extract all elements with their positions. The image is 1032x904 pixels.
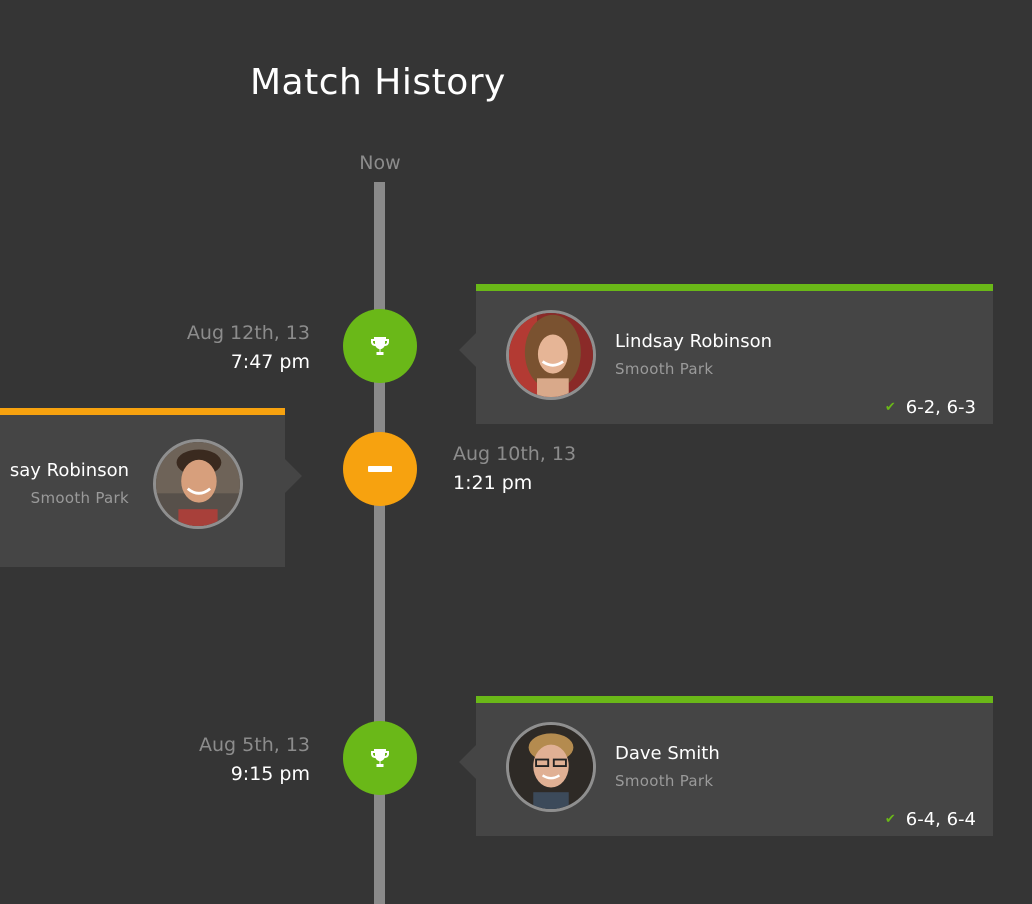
match-result-node-win[interactable] <box>343 721 417 795</box>
match-card[interactable]: Dave Smith Smooth Park ✔ 6-4, 6-4 <box>459 696 993 836</box>
page-title: Match History <box>250 62 506 103</box>
score-row: ✔ 6-2, 6-3 <box>885 397 976 418</box>
match-datetime: Aug 10th, 13 1:21 pm <box>453 442 653 496</box>
opponent-name: say Robinson <box>9 460 129 481</box>
score-row: ✔ 6-4, 6-4 <box>885 809 976 830</box>
card-pointer <box>459 333 476 367</box>
avatar <box>506 722 596 812</box>
minus-icon <box>368 466 392 472</box>
trophy-icon <box>371 337 389 355</box>
venue-name: Smooth Park <box>30 489 129 507</box>
card-pointer <box>459 745 476 779</box>
match-result-node-draw[interactable] <box>343 432 417 506</box>
match-history-screen: Match History Now Aug 12th, 13 7:47 pm L… <box>0 0 1032 904</box>
match-date: Aug 5th, 13 <box>199 734 310 756</box>
avatar-photo <box>509 313 593 397</box>
trophy-icon <box>371 749 389 767</box>
venue-name: Smooth Park <box>615 772 714 790</box>
avatar-photo <box>509 725 593 809</box>
check-icon: ✔ <box>884 400 896 415</box>
avatar <box>506 310 596 400</box>
match-time: 7:47 pm <box>230 351 310 373</box>
card-pointer <box>285 459 302 493</box>
match-card[interactable]: say Robinson Smooth Park <box>0 408 302 567</box>
check-icon: ✔ <box>884 812 896 827</box>
match-time: 9:15 pm <box>230 763 310 785</box>
match-date: Aug 10th, 13 <box>453 443 577 465</box>
opponent-name: Dave Smith <box>615 743 720 764</box>
match-datetime: Aug 12th, 13 7:47 pm <box>110 321 310 375</box>
match-score: 6-4, 6-4 <box>905 809 976 830</box>
avatar-photo <box>156 442 240 526</box>
venue-name: Smooth Park <box>615 360 714 378</box>
timeline-line <box>374 182 385 904</box>
match-date: Aug 12th, 13 <box>186 322 310 344</box>
match-card[interactable]: Lindsay Robinson Smooth Park ✔ 6-2, 6-3 <box>459 284 993 424</box>
match-time: 1:21 pm <box>453 472 533 494</box>
match-datetime: Aug 5th, 13 9:15 pm <box>110 733 310 787</box>
timeline-now-label: Now <box>359 152 401 174</box>
match-result-node-win[interactable] <box>343 309 417 383</box>
match-score: 6-2, 6-3 <box>905 397 976 418</box>
avatar <box>153 439 243 529</box>
opponent-name: Lindsay Robinson <box>615 331 772 352</box>
